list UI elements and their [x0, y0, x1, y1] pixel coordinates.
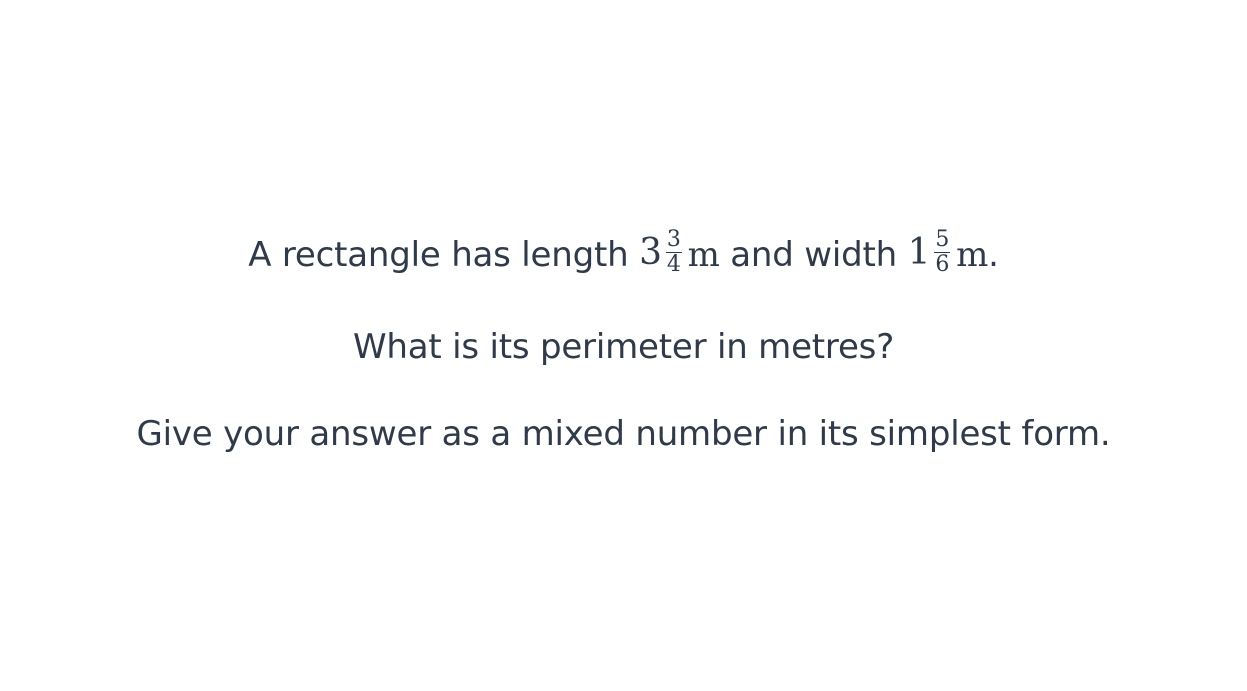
dimensions-middle-text: and width: [730, 235, 897, 275]
width-mixed-number: 1 5 6: [908, 228, 957, 277]
width-whole: 1: [907, 231, 931, 273]
width-fraction: 5 6: [934, 227, 951, 277]
question-panel: A rectangle has length 3 3 4 m and width…: [0, 0, 1247, 691]
width-denominator: 6: [935, 252, 950, 277]
length-denominator: 4: [666, 252, 681, 277]
question-line-instructions: Give your answer as a mixed number in it…: [136, 414, 1111, 454]
question-line-dimensions: A rectangle has length 3 3 4 m and width…: [0, 228, 1247, 281]
dimensions-prefix-text: A rectangle has length: [248, 235, 629, 275]
length-numerator: 3: [665, 227, 682, 253]
dimensions-suffix-text: .: [988, 235, 999, 275]
width-numerator: 5: [934, 227, 951, 253]
length-whole: 3: [639, 231, 662, 273]
length-unit: m: [687, 235, 720, 275]
question-line-perimeter: What is its perimeter in metres?: [352, 327, 895, 367]
width-unit: m: [956, 235, 989, 275]
length-fraction: 3 4: [665, 227, 682, 277]
length-mixed-number: 3 3 4: [639, 228, 688, 277]
